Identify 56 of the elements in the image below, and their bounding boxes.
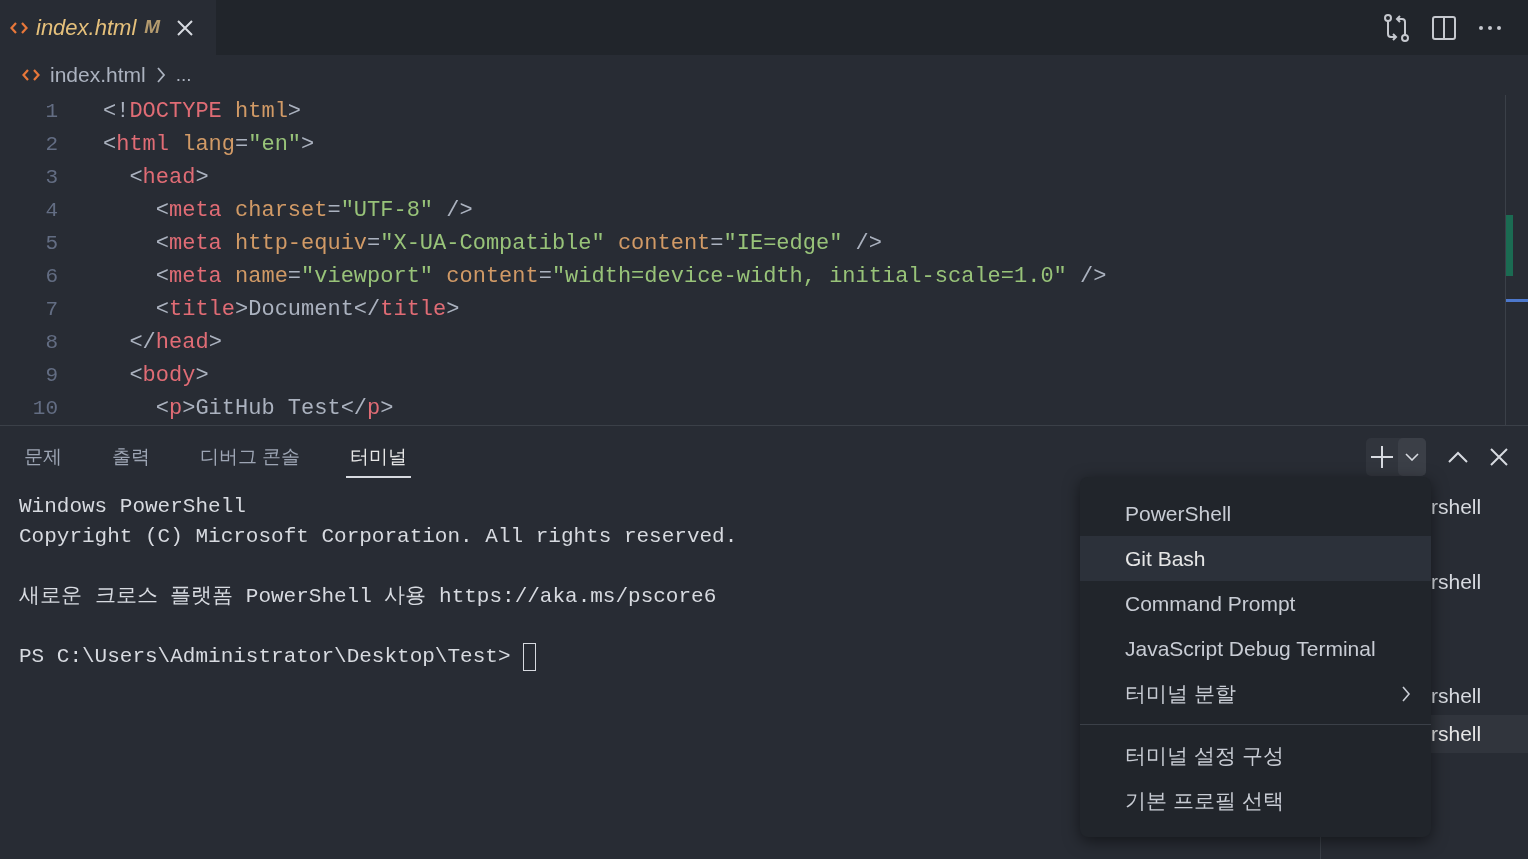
line-number: 10 — [31, 395, 58, 422]
more-icon[interactable] — [1478, 24, 1502, 31]
close-panel-icon[interactable] — [1490, 448, 1508, 466]
maximize-panel-icon[interactable] — [1448, 451, 1468, 463]
code-line: <body> — [128, 362, 209, 390]
plus-icon — [1370, 445, 1394, 469]
line-number: 8 — [44, 329, 58, 356]
tab-label: index.html — [36, 14, 137, 42]
code-line: <meta http-equiv="X-UA-Compatible" content="IE=edge" /> — [154, 230, 882, 258]
code-icon — [22, 68, 40, 82]
menu-item[interactable]: 터미널 분할 — [1080, 671, 1431, 716]
modified-label: M — [144, 15, 161, 40]
line-number: 4 — [44, 197, 58, 224]
breadcrumb-item[interactable]: index.html — [50, 59, 146, 91]
line-number: 2 — [44, 131, 58, 158]
menu-item[interactable]: JavaScript Debug Terminal — [1080, 626, 1431, 671]
code-line: <meta charset="UTF-8" /> — [154, 197, 473, 225]
editor-tab[interactable]: index.html M — [0, 0, 216, 55]
line-number: 3 — [44, 164, 58, 191]
code-line: <title>Document</title> — [154, 296, 460, 324]
panel-tab[interactable]: 디버그 콘솔 — [196, 438, 305, 478]
submenu-chevron-icon — [1401, 684, 1411, 703]
terminal-line: 새로운 크로스 플랫폼 PowerShell 사용 https://aka.ms/pscore6 — [19, 584, 717, 611]
code-line: <!DOCTYPE html> — [103, 98, 302, 126]
menu-item[interactable]: PowerShell — [1080, 491, 1431, 536]
split-editor-icon[interactable] — [1432, 15, 1456, 40]
panel-tab[interactable]: 출력 — [108, 438, 154, 478]
profile-dropdown-button[interactable] — [1398, 438, 1426, 476]
menu-item[interactable]: 터미널 설정 구성 — [1080, 733, 1431, 778]
compare-changes-icon[interactable] — [1384, 13, 1410, 42]
line-number: 1 — [44, 98, 58, 125]
terminal-cursor — [523, 643, 537, 671]
change-marker — [1506, 215, 1513, 276]
panel-tab[interactable]: 문제 — [20, 438, 66, 478]
code-line: </head> — [128, 329, 222, 357]
line-number: 5 — [44, 230, 58, 257]
chevron-down-icon — [1405, 453, 1419, 461]
code-icon — [10, 20, 28, 35]
terminal-line: Windows PowerShell — [19, 494, 246, 521]
menu-item[interactable]: 기본 프로필 선택 — [1080, 778, 1431, 823]
code-line: <head> — [128, 164, 209, 192]
terminal-line: Copyright (C) Microsoft Corporation. All rights reserved. — [19, 524, 738, 551]
code-line: <meta name="viewport" content="width=device-width, initial-scale=1.0" /> — [154, 263, 1107, 291]
code-line: <html lang="en"> — [103, 131, 315, 159]
line-number: 6 — [44, 263, 58, 290]
breadcrumb-more[interactable]: ... — [175, 60, 192, 90]
line-number: 9 — [44, 362, 58, 389]
terminal-line: PS C:\Users\Administrator\Desktop\Test> — [19, 644, 512, 671]
line-number: 7 — [44, 296, 58, 323]
code-line: <p>GitHub Test</p> — [154, 395, 394, 423]
chevron-icon — [155, 66, 166, 84]
panel-tab[interactable]: 터미널 — [346, 438, 412, 478]
menu-item[interactable]: Git Bash — [1080, 536, 1431, 581]
cursor-marker — [1506, 299, 1528, 302]
menu-item[interactable]: Command Prompt — [1080, 581, 1431, 626]
close-icon[interactable] — [176, 18, 195, 37]
